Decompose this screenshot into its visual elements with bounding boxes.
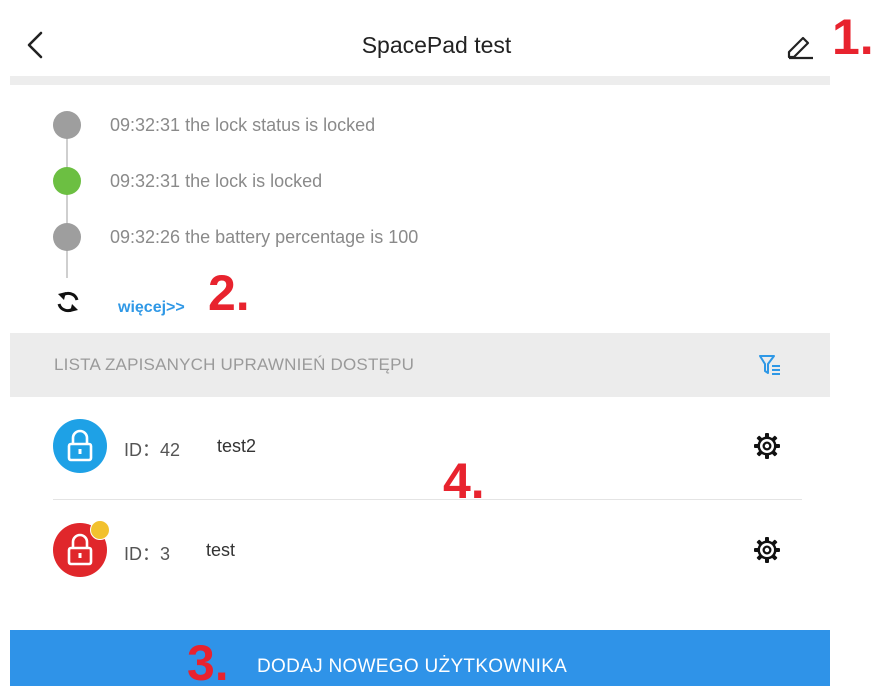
timeline-dot — [53, 167, 81, 195]
pencil-icon — [787, 36, 813, 60]
user-name: test — [206, 540, 236, 560]
add-user-label: DODAJ NOWEGO UŻYTKOWNIKA — [257, 656, 568, 677]
user-name: test2 — [217, 436, 257, 456]
access-list-header: LISTA ZAPISANYCH UPRAWNIEŃ DOSTĘPU — [10, 333, 830, 397]
timeline-line — [66, 128, 68, 278]
filter-icon[interactable] — [757, 351, 783, 379]
annotation-4: 4. — [443, 453, 485, 509]
annotation-3: 3. — [187, 635, 229, 691]
header-divider — [10, 76, 830, 85]
page-title: SpacePad test — [361, 32, 512, 58]
refresh-icon[interactable] — [54, 288, 82, 316]
user-avatar — [53, 419, 107, 473]
user-row[interactable]: ID：42 test2 — [10, 400, 830, 490]
row-divider — [53, 499, 802, 500]
user-id: ID：3 — [124, 544, 171, 564]
timeline-dot — [53, 223, 81, 251]
user-row[interactable]: ID：3 test — [10, 504, 830, 594]
annotation-2: 2. — [208, 265, 250, 321]
user-id: ID：42 — [124, 440, 181, 460]
lock-icon — [67, 429, 93, 462]
app-header: SpacePad test — [0, 0, 873, 86]
timeline-event-text: 09:32:31 the lock is locked — [110, 171, 323, 191]
timeline-event-text: 09:32:26 the battery percentage is 100 — [110, 227, 419, 247]
timeline-dot — [53, 111, 81, 139]
access-list-title: LISTA ZAPISANYCH UPRAWNIEŃ DOSTĘPU — [54, 355, 415, 374]
timeline-event-text: 09:32:31 the lock status is locked — [110, 115, 376, 135]
gear-icon[interactable] — [753, 432, 781, 460]
more-link[interactable]: więcej>> — [118, 299, 185, 317]
edit-button[interactable] — [783, 30, 817, 60]
add-user-button[interactable]: DODAJ NOWEGO UŻYTKOWNIKA — [10, 630, 830, 686]
gear-icon[interactable] — [753, 536, 781, 564]
warning-badge-icon — [90, 520, 110, 540]
annotation-1: 1. — [832, 9, 873, 65]
